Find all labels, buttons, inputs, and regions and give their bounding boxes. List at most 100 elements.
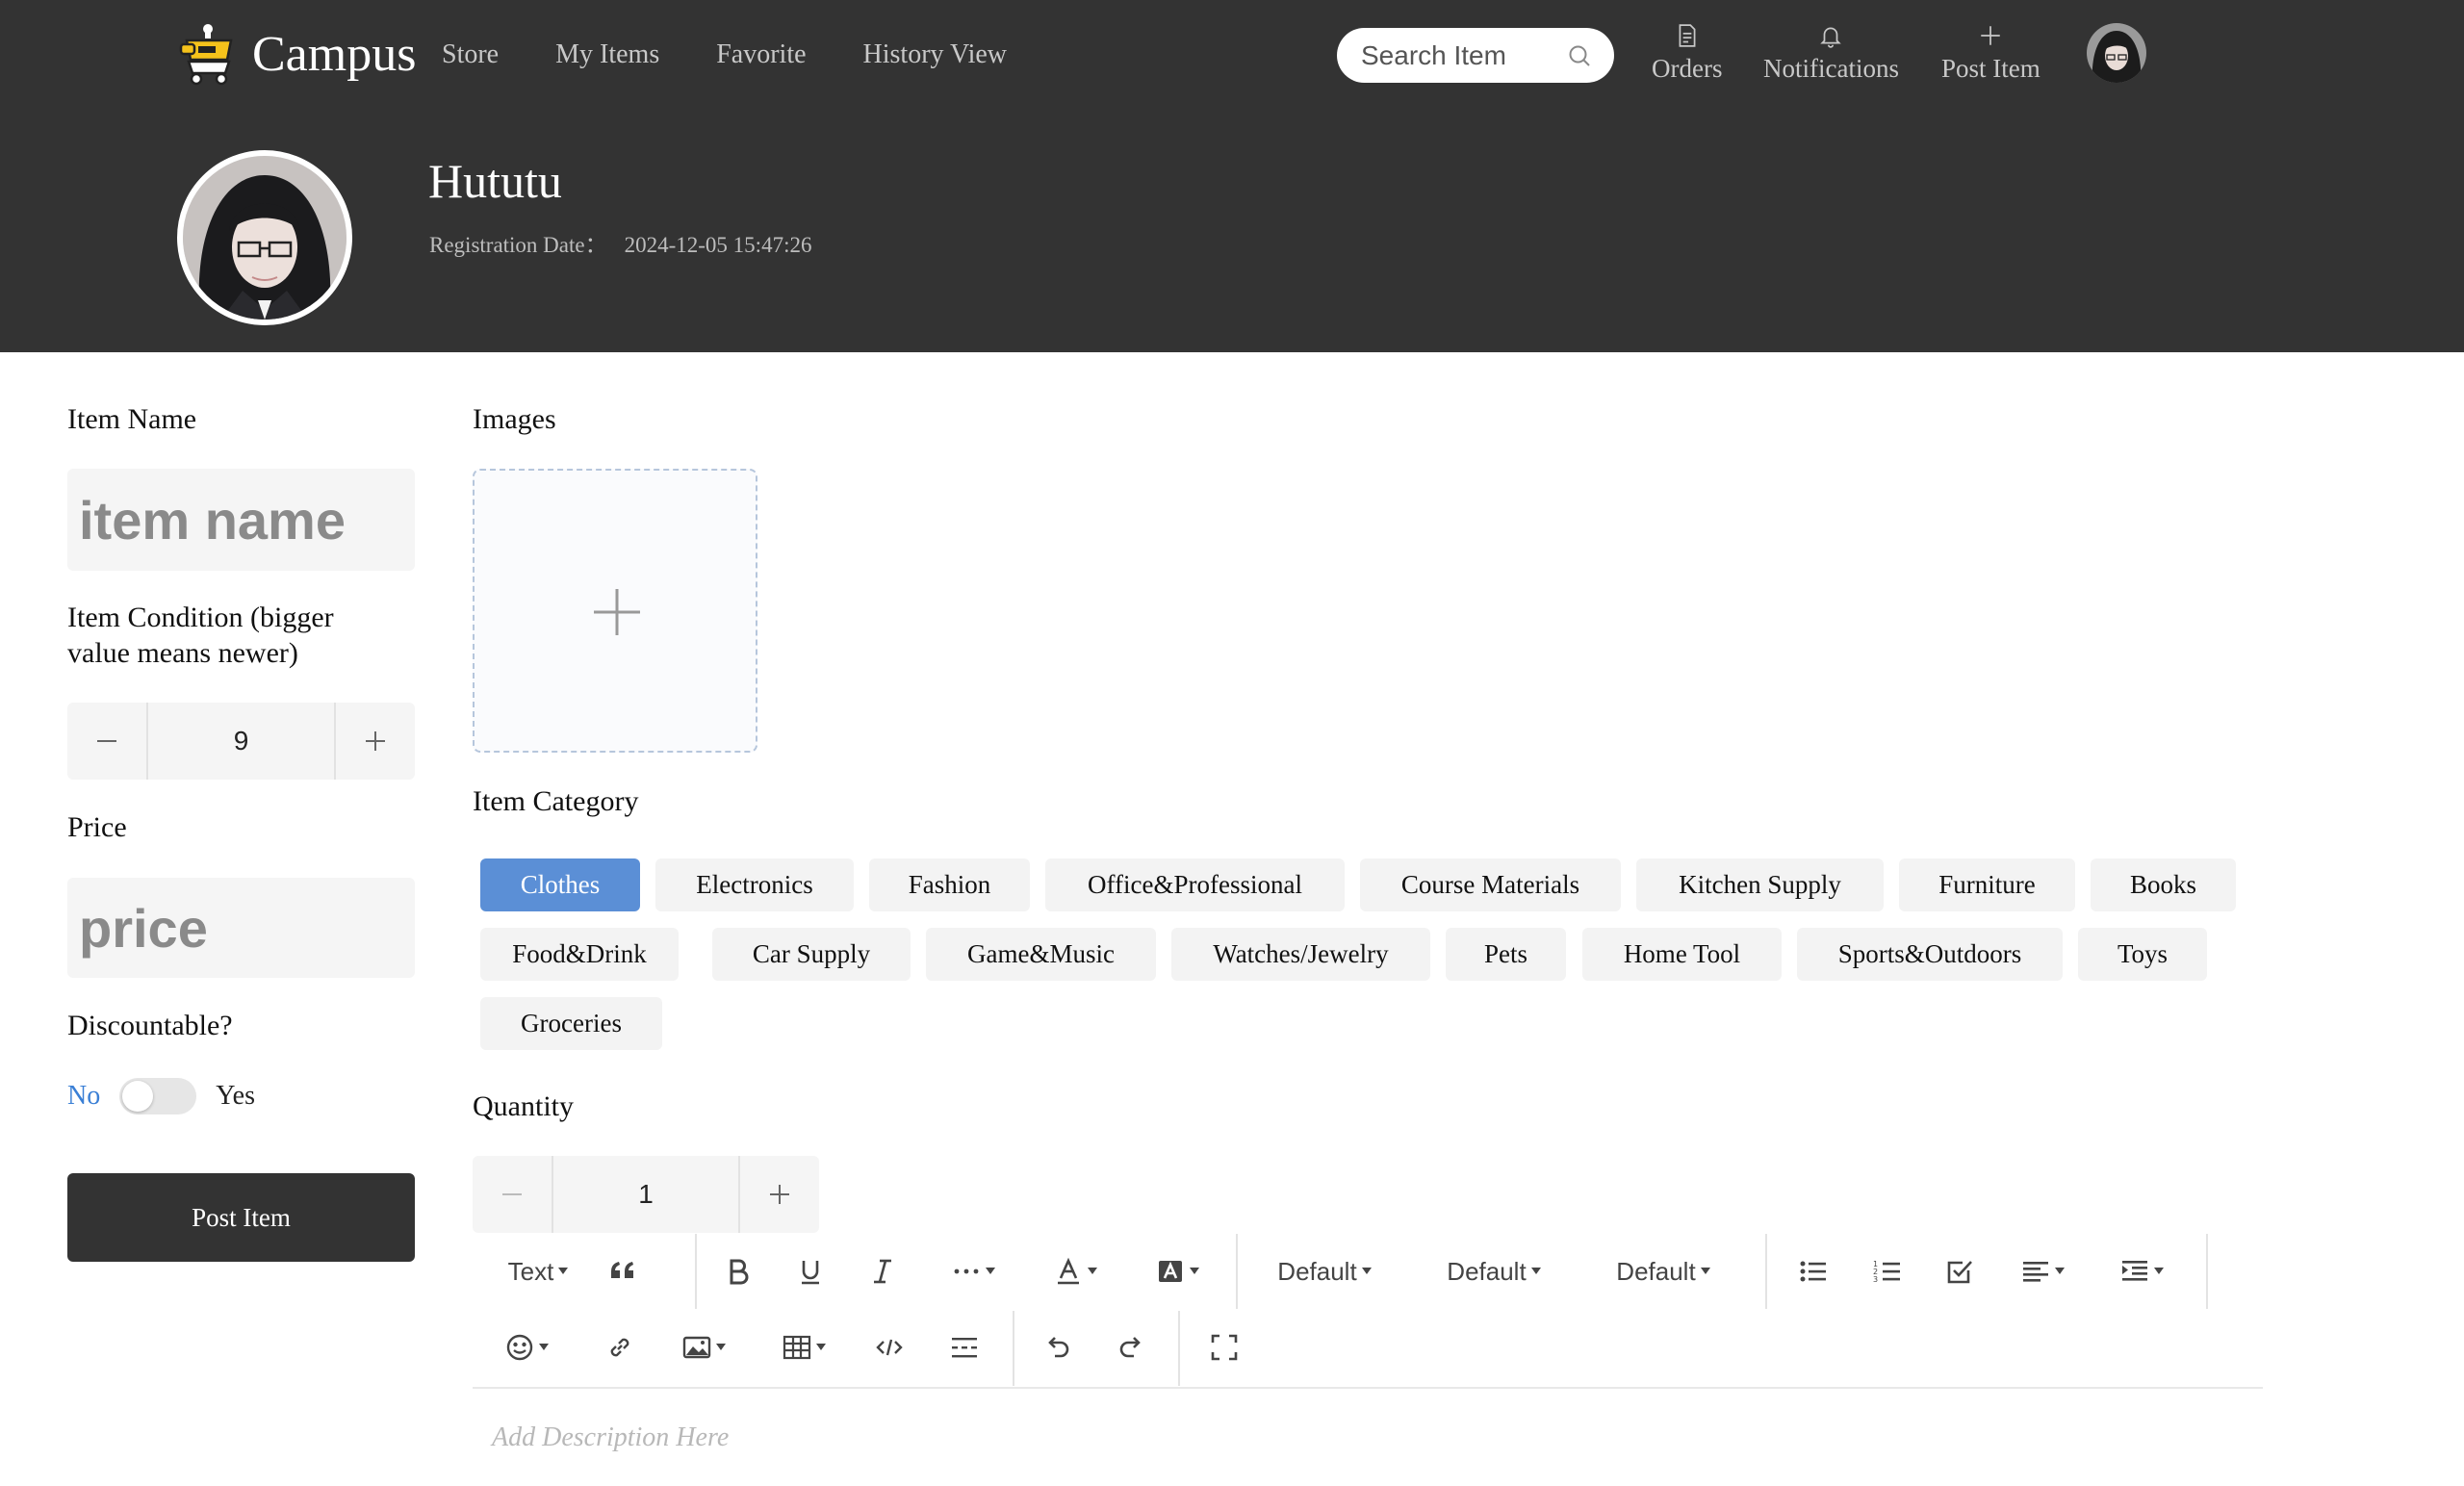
code-icon <box>876 1339 903 1356</box>
category-chip-office-professional[interactable]: Office&Professional <box>1045 858 1345 911</box>
description-editor[interactable]: Add Description Here <box>492 1421 729 1455</box>
todo-list-button[interactable] <box>1942 1247 1977 1295</box>
font-size-dropdown[interactable]: Default <box>1271 1247 1377 1295</box>
condition-stepper: 9 <box>67 703 415 780</box>
checkbox-icon <box>1947 1261 1972 1284</box>
fullscreen-icon <box>1211 1334 1238 1361</box>
caret-down-icon <box>1700 1268 1710 1274</box>
condition-decrease-button[interactable] <box>67 703 146 780</box>
nav-link-history-view[interactable]: History View <box>863 33 1007 77</box>
toggle-yes-label[interactable]: Yes <box>216 1081 255 1112</box>
search-icon[interactable] <box>1568 44 1591 67</box>
category-chip-fashion[interactable]: Fashion <box>869 858 1030 911</box>
undo-button[interactable] <box>1040 1323 1076 1371</box>
registration-label: Registration Date： <box>429 233 607 257</box>
user-avatar[interactable] <box>2087 23 2146 83</box>
plus-icon <box>1981 26 2001 45</box>
category-chip-books[interactable]: Books <box>2091 858 2236 911</box>
more-styles-dropdown[interactable] <box>946 1247 1000 1295</box>
caret-down-icon <box>1189 1268 1199 1274</box>
bulleted-list-button[interactable] <box>1795 1247 1832 1295</box>
discountable-toggle[interactable] <box>119 1078 197 1114</box>
search-box[interactable] <box>1337 28 1614 83</box>
line-height-dropdown[interactable]: Default <box>1610 1247 1716 1295</box>
category-chip-course-materials[interactable]: Course Materials <box>1360 858 1621 911</box>
category-chip-toys[interactable]: Toys <box>2078 928 2207 981</box>
category-chip-food-drink[interactable]: Food&Drink <box>480 928 679 981</box>
caret-down-icon <box>1087 1268 1097 1274</box>
minus-icon <box>502 1193 522 1195</box>
category-chip-watches-jewelry[interactable]: Watches/Jewelry <box>1171 928 1430 981</box>
nav-link-my-items[interactable]: My Items <box>555 33 659 77</box>
category-chip-car-supply[interactable]: Car Supply <box>712 928 911 981</box>
insert-link-button[interactable] <box>601 1323 639 1371</box>
nav-post-item[interactable]: Post Item <box>1941 23 2040 89</box>
nav-notifications[interactable]: Notifications <box>1763 23 1899 89</box>
nav-notifications-label: Notifications <box>1763 54 1899 83</box>
nav-orders-label: Orders <box>1652 54 1723 83</box>
quantity-value[interactable]: 1 <box>552 1156 740 1233</box>
italic-button[interactable] <box>865 1247 900 1295</box>
plus-icon <box>366 731 385 751</box>
editor-divider <box>473 1387 2263 1389</box>
font-family-value: Default <box>1447 1256 1527 1286</box>
item-name-label: Item Name <box>67 403 197 435</box>
brand-logo[interactable]: Campus <box>175 21 416 89</box>
font-family-dropdown[interactable]: Default <box>1441 1247 1547 1295</box>
background-color-dropdown[interactable] <box>1150 1247 1204 1295</box>
post-item-button[interactable]: Post Item <box>67 1173 415 1262</box>
toolbar-divider <box>1765 1234 1767 1309</box>
font-size-value: Default <box>1277 1256 1357 1286</box>
quantity-increase-button[interactable] <box>740 1156 819 1233</box>
nav-link-favorite[interactable]: Favorite <box>716 33 806 77</box>
category-chip-sports-outdoors[interactable]: Sports&Outdoors <box>1797 928 2063 981</box>
category-chip-electronics[interactable]: Electronics <box>655 858 854 911</box>
numbered-list-button[interactable]: 123 <box>1869 1247 1906 1295</box>
condition-increase-button[interactable] <box>336 703 415 780</box>
images-label: Images <box>473 403 556 435</box>
toolbar-divider <box>1236 1234 1238 1309</box>
quote-icon <box>611 1262 633 1278</box>
profile-avatar <box>177 150 352 325</box>
bold-button[interactable] <box>721 1247 756 1295</box>
caret-down-icon <box>1361 1268 1372 1274</box>
divider-button[interactable] <box>946 1323 983 1371</box>
underline-button[interactable] <box>793 1247 828 1295</box>
category-chip-pets[interactable]: Pets <box>1446 928 1566 981</box>
image-upload-area[interactable] <box>473 469 757 753</box>
text-style-dropdown[interactable]: Text <box>500 1247 577 1295</box>
registration-date: Registration Date： 2024-12-05 15:47:26 <box>429 231 811 260</box>
price-field[interactable] <box>67 878 415 978</box>
nav-orders[interactable]: Orders <box>1652 23 1722 89</box>
blockquote-button[interactable] <box>603 1247 642 1295</box>
caret-down-icon <box>2153 1268 2164 1274</box>
redo-icon <box>1119 1337 1141 1358</box>
price-input[interactable] <box>67 878 415 978</box>
condition-value[interactable]: 9 <box>146 703 336 780</box>
quantity-decrease-button[interactable] <box>473 1156 552 1233</box>
category-chip-kitchen-supply[interactable]: Kitchen Supply <box>1636 858 1884 911</box>
category-chip-home-tool[interactable]: Home Tool <box>1582 928 1782 981</box>
toggle-no-label[interactable]: No <box>67 1081 100 1112</box>
category-chip-game-music[interactable]: Game&Music <box>926 928 1156 981</box>
category-chip-groceries[interactable]: Groceries <box>480 997 662 1050</box>
item-name-field[interactable] <box>67 469 415 571</box>
profile-name: Hututu <box>428 154 562 208</box>
redo-button[interactable] <box>1113 1323 1149 1371</box>
search-input[interactable] <box>1361 36 1563 75</box>
item-name-input[interactable] <box>67 469 415 571</box>
emoji-dropdown[interactable] <box>500 1323 553 1371</box>
category-chip-clothes[interactable]: Clothes <box>480 858 640 911</box>
discountable-label: Discountable? <box>67 1010 233 1041</box>
font-color-dropdown[interactable] <box>1048 1247 1102 1295</box>
category-chip-furniture[interactable]: Furniture <box>1899 858 2075 911</box>
indent-dropdown[interactable] <box>2115 1247 2169 1295</box>
nav-link-store[interactable]: Store <box>442 33 499 77</box>
table-icon <box>783 1335 810 1360</box>
code-block-button[interactable] <box>871 1323 908 1371</box>
insert-image-dropdown[interactable] <box>676 1323 732 1371</box>
quantity-stepper: 1 <box>473 1156 819 1233</box>
align-dropdown[interactable] <box>2015 1247 2069 1295</box>
fullscreen-button[interactable] <box>1206 1323 1243 1371</box>
insert-table-dropdown[interactable] <box>776 1323 832 1371</box>
